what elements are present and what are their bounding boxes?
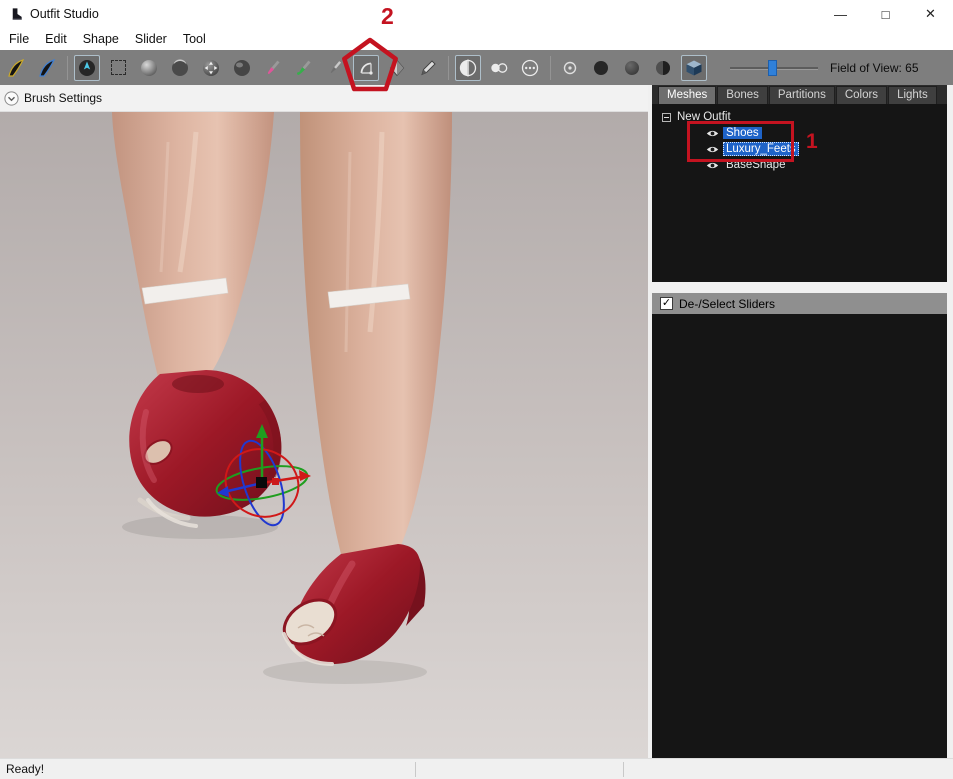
- viewport-3d[interactable]: [0, 112, 648, 758]
- fov-slider[interactable]: [730, 55, 818, 81]
- marquee-select-icon[interactable]: [105, 55, 131, 81]
- menu-file[interactable]: File: [1, 32, 37, 46]
- pen-icon[interactable]: [415, 55, 441, 81]
- eye-icon[interactable]: [706, 129, 719, 138]
- fov-slider-thumb[interactable]: [768, 59, 777, 76]
- tab-meshes[interactable]: Meshes: [658, 86, 717, 104]
- right-shoe-shadow: [263, 660, 427, 684]
- fov-label: Field of View: 65: [830, 60, 919, 75]
- toolbar: Field of View: 65: [0, 50, 953, 85]
- menu-shape[interactable]: Shape: [75, 32, 127, 46]
- status-text: Ready!: [6, 762, 45, 776]
- xmirror-toggle-icon[interactable]: [455, 54, 481, 81]
- ring-dot-icon[interactable]: [557, 55, 583, 81]
- window-controls: — □ ✕: [818, 0, 953, 28]
- chevron-down-icon[interactable]: [4, 90, 19, 106]
- window-title: Outfit Studio: [30, 7, 99, 21]
- mesh-label-baseshape[interactable]: BaseShape: [723, 159, 788, 171]
- brush-stroke-dark-icon[interactable]: [3, 55, 29, 81]
- outfit-studio-window: Outfit Studio — □ ✕ File Edit Shape Slid…: [0, 0, 953, 779]
- deselect-sliders-header: ✓ De-/Select Sliders: [652, 293, 947, 314]
- menu-bar: File Edit Shape Slider Tool: [0, 28, 953, 50]
- inflate-brush-icon[interactable]: [136, 55, 162, 81]
- tree-node-new-outfit[interactable]: New Outfit: [662, 109, 947, 125]
- mesh-label-luxury-feets[interactable]: Luxury_Feets: [723, 142, 799, 156]
- smooth-brush-icon[interactable]: [229, 55, 255, 81]
- panel-tabs: Meshes Bones Partitions Colors Lights: [652, 85, 947, 104]
- flip-edge-icon[interactable]: [384, 55, 410, 81]
- eye-icon[interactable]: [706, 145, 719, 154]
- cube-icon[interactable]: [681, 54, 707, 81]
- dotted-circle-icon[interactable]: [517, 55, 543, 81]
- weight-paint-brush-icon[interactable]: [291, 55, 317, 81]
- menu-edit[interactable]: Edit: [37, 32, 75, 46]
- transform-tool-icon[interactable]: [353, 54, 379, 81]
- brush-settings-header[interactable]: Brush Settings: [0, 85, 648, 112]
- half-circle-icon[interactable]: [650, 55, 676, 81]
- alpha-brush-icon[interactable]: [322, 55, 348, 81]
- color-paint-brush-icon[interactable]: [260, 55, 286, 81]
- left-shoe-shadow: [122, 515, 278, 539]
- gizmo-center-handle: [256, 477, 267, 488]
- brush-stroke-blue-icon[interactable]: [34, 55, 60, 81]
- main-content: Brush Settings Meshes Bones Partitions C…: [0, 85, 953, 758]
- mesh-tree-panel: New Outfit Shoes Luxury_Feets BaseShape: [652, 104, 947, 282]
- mesh-label-shoes[interactable]: Shoes: [723, 127, 762, 139]
- toolbar-separator: [550, 55, 551, 80]
- tree-node-shoes[interactable]: Shoes: [662, 125, 947, 141]
- render-scene: [0, 112, 648, 758]
- eye-icon[interactable]: [706, 161, 719, 170]
- status-bar: Ready!: [0, 758, 953, 779]
- tab-partitions[interactable]: Partitions: [768, 86, 835, 104]
- shaded-circle-icon[interactable]: [619, 55, 645, 81]
- tree-root-label: New Outfit: [677, 111, 731, 123]
- statusbar-separator: [623, 762, 624, 777]
- tab-colors[interactable]: Colors: [835, 86, 888, 104]
- close-button[interactable]: ✕: [908, 0, 953, 28]
- tree-node-baseshape[interactable]: BaseShape: [662, 157, 947, 173]
- right-column: Meshes Bones Partitions Colors Lights Ne…: [652, 85, 953, 758]
- collapse-icon[interactable]: [662, 112, 671, 122]
- toolbar-separator: [448, 55, 449, 80]
- title-bar: Outfit Studio — □ ✕: [0, 0, 953, 28]
- statusbar-separator: [415, 762, 416, 777]
- solid-circle-icon[interactable]: [588, 55, 614, 81]
- minimize-button[interactable]: —: [818, 0, 863, 28]
- deselect-sliders-label: De-/Select Sliders: [679, 296, 776, 311]
- tab-bones[interactable]: Bones: [717, 86, 768, 104]
- navigate-sphere-icon[interactable]: [74, 54, 100, 81]
- menu-slider[interactable]: Slider: [127, 32, 175, 46]
- brush-settings-label: Brush Settings: [24, 91, 103, 105]
- tree-node-luxury-feets[interactable]: Luxury_Feets: [662, 141, 947, 157]
- twin-circles-icon[interactable]: [486, 55, 512, 81]
- left-column: Brush Settings: [0, 85, 648, 758]
- move-brush-icon[interactable]: [198, 55, 224, 81]
- menu-tool[interactable]: Tool: [175, 32, 214, 46]
- gizmo-x-handle: [272, 478, 279, 485]
- app-icon: [9, 7, 24, 22]
- deselect-sliders-checkbox[interactable]: ✓: [660, 297, 673, 310]
- panel-gap: [652, 282, 947, 293]
- sliders-list-area[interactable]: [652, 314, 947, 758]
- tab-lights[interactable]: Lights: [888, 86, 937, 104]
- toolbar-separator: [67, 55, 68, 80]
- maximize-button[interactable]: □: [863, 0, 908, 28]
- deflate-brush-icon[interactable]: [167, 55, 193, 81]
